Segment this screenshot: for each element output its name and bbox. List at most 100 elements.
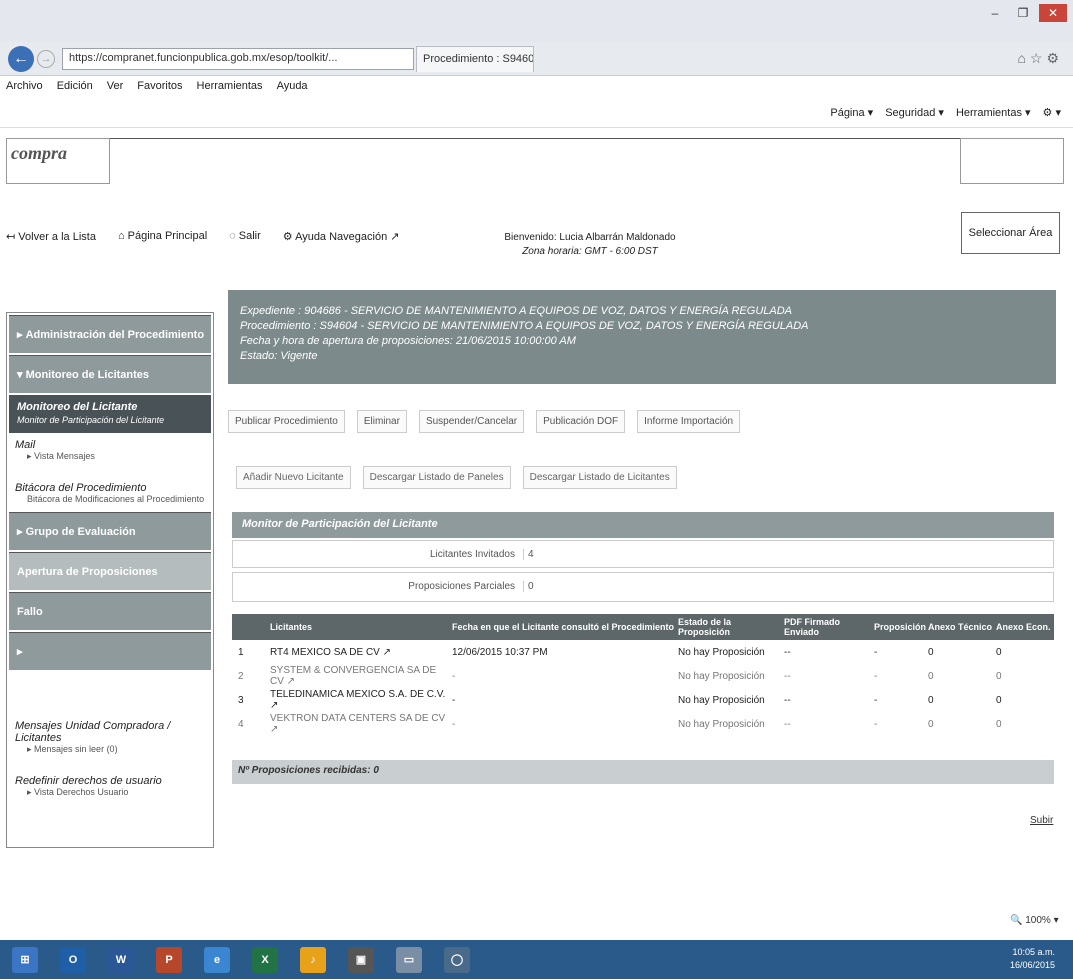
bidder-name: RT4 MEXICO SA DE CV [270,646,380,658]
sidebar-item-grupo[interactable]: ▸ Grupo de Evaluación [9,512,211,550]
pdf-sent: -- [784,718,791,730]
welcome-text: Bienvenido: Lucia Albarrán Maldonado [504,232,676,243]
proposal-status: No hay Proposición [678,718,765,730]
publish-button[interactable]: Publicar Procedimiento [228,410,345,433]
suspend-button[interactable]: Suspender/Cancelar [418,410,525,433]
anexo-tecnico: 0 [928,718,934,730]
sidebar-item-mensajes[interactable]: Mensajes Unidad Compradora / Licitantes … [7,714,213,755]
menu-edicion[interactable]: Edición [57,80,93,94]
restore-icon[interactable]: ❐ [1011,4,1035,22]
download-bidders-button[interactable]: Descargar Listado de Licitantes [522,466,677,489]
menu-favoritos[interactable]: Favoritos [137,80,182,94]
cmd-seguridad[interactable]: Seguridad ▾ [885,106,944,119]
main-page-link[interactable]: ⌂ Página Principal [118,230,207,243]
bidder-link[interactable]: RT4 MEXICO SA DE CV ↗ [270,647,452,658]
zoom-level[interactable]: 🔍 100% ▾ [1010,915,1059,926]
partial-label: Proposiciones Parciales [408,581,515,592]
bidder-link[interactable]: SYSTEM & CONVERGENCIA SA DE CV ↗ [270,665,452,687]
forward-icon[interactable]: → [37,50,55,68]
sidebar-monitoreo-sub-label: Monitor de Participación del Licitante [17,415,165,425]
monitor-header: Monitor de Participación del Licitante [232,512,1054,538]
browser-tab[interactable]: Procedimiento : S94604 - SE... [416,46,534,72]
close-icon[interactable]: ✕ [1039,4,1067,22]
sidebar-redefinir-label: Redefinir derechos de usuario [15,775,162,787]
folder-icon[interactable]: ▭ [396,946,422,973]
col-anexo-econ[interactable]: Anexo Econ. [996,622,1054,632]
sidebar-item-redefinir[interactable]: Redefinir derechos de usuario ▸ Vista De… [7,769,213,798]
sidebar-item-bitacora[interactable]: Bitácora del Procedimiento Bitácora de M… [7,476,213,504]
proposal: - [874,718,878,730]
anexo-econ: 0 [996,670,1002,682]
sidebar-redefinir-sub[interactable]: ▸ Vista Derechos Usuario [15,787,205,798]
word-icon[interactable]: W [108,946,134,973]
dof-button[interactable]: Publicación DOF [536,410,626,433]
menu-archivo[interactable]: Archivo [6,80,43,94]
header-divider [110,138,960,139]
sidebar-bitacora-sub[interactable]: Bitácora de Modificaciones al Procedimie… [15,494,205,504]
start-icon[interactable]: ⊞ [12,946,38,973]
sidebar-item-apertura[interactable]: Apertura de Proposiciones [9,552,211,590]
powerpoint-icon[interactable]: P [156,946,182,973]
sidebar-item-fallo[interactable]: Fallo [9,592,211,630]
menu-ayuda[interactable]: Ayuda [277,80,308,94]
sidebar-item-mail[interactable]: Mail ▸ Vista Mensajes [7,433,213,462]
sidebar-item-admin[interactable]: ▸ Administración del Procedimiento [9,315,211,353]
partial-row: Proposiciones Parciales 0 [232,572,1054,602]
logout-link[interactable]: ◌ Salir [229,230,261,243]
table-row: 1 RT4 MEXICO SA DE CV ↗ 12/06/2015 10:37… [232,640,1054,664]
download-panels-button[interactable]: Descargar Listado de Paneles [362,466,511,489]
excel-icon[interactable]: X [252,946,278,973]
window-controls: – ❐ ✕ [983,4,1067,22]
sidebar-mensajes-sub-label: Mensajes sin leer (0) [34,744,118,754]
home-star-gear-icons[interactable]: ⌂☆⚙ [1017,50,1063,67]
sidebar-monitoreo-lic-label: Monitoreo del Licitante [17,401,138,413]
address-bar[interactable]: https://compranet.funcionpublica.gob.mx/… [62,48,414,70]
col-pdf[interactable]: PDF Firmado Enviado [784,617,874,637]
media-icon[interactable]: ♪ [300,946,326,973]
delete-button[interactable]: Eliminar [356,410,407,433]
select-area-button[interactable]: Seleccionar Área [961,212,1060,254]
outlook-icon[interactable]: O [60,946,86,973]
clock[interactable]: 10:05 a.m. 16/06/2015 [1010,946,1055,972]
row-index: 2 [238,670,244,682]
menu-herramientas[interactable]: Herramientas [197,80,263,94]
ie-icon[interactable]: e [204,946,230,973]
scroll-top-link[interactable]: Subir [1030,815,1053,826]
col-estado[interactable]: Estado de la Proposición [678,617,784,637]
back-icon[interactable]: ← [8,46,34,72]
row-index: 1 [238,646,244,658]
back-to-list-link[interactable]: ↤ Volver a la Lista [6,230,96,243]
sidebar-bitacora-label: Bitácora del Procedimiento [15,482,147,494]
sidebar-redefinir-sub-label: Vista Derechos Usuario [34,787,129,797]
sidebar-item-monitoreo[interactable]: ▾ Monitoreo de Licitantes [9,355,211,393]
help-link[interactable]: ⚙ Ayuda Navegación ↗ [283,230,400,243]
app2-icon[interactable]: ◯ [444,946,470,973]
bidder-link[interactable]: VEKTRON DATA CENTERS SA DE CV ↗ [270,713,452,735]
col-anexo-tecnico[interactable]: Anexo Técnico [928,622,996,632]
command-bar: Página ▾ Seguridad ▾ Herramientas ▾ ⚙ ▾ [0,98,1073,128]
expediente-text: Expediente : 904686 - SERVICIO DE MANTEN… [240,305,793,317]
bidder-link[interactable]: TELEDINAMICA MEXICO S.A. DE C.V. ↗ [270,689,452,711]
anexo-tecnico: 0 [928,646,934,658]
sidebar-item-blank[interactable]: ▸ [9,632,211,670]
menu-ver[interactable]: Ver [107,80,124,94]
proposal-status: No hay Proposición [678,646,765,658]
bidder-name: SYSTEM & CONVERGENCIA SA DE CV [270,665,437,687]
add-bidder-button[interactable]: Añadir Nuevo Licitante [236,466,351,489]
col-licitantes[interactable]: Licitantes [270,622,452,632]
sidebar-mail-sub[interactable]: ▸ Vista Mensajes [15,451,205,462]
sidebar-mensajes-sub[interactable]: ▸ Mensajes sin leer (0) [15,744,205,755]
sidebar-item-monitoreo-licitante[interactable]: Monitoreo del Licitante Monitor de Parti… [9,395,211,433]
sidebar: ▸ Administración del Procedimiento ▾ Mon… [6,312,214,848]
cmd-herramientas[interactable]: Herramientas ▾ [956,106,1031,119]
zoom-value: 100% [1025,915,1051,926]
sidebar-admin-label: Administración del Procedimiento [25,328,205,341]
cmd-help[interactable]: ⚙ ▾ [1043,106,1061,119]
col-fecha[interactable]: Fecha en que el Licitante consultó el Pr… [452,622,678,632]
import-report-button[interactable]: Informe Importación [637,410,741,433]
minimize-icon[interactable]: – [983,4,1007,22]
app-icon[interactable]: ▣ [348,946,374,973]
cmd-pagina[interactable]: Página ▾ [830,106,873,119]
col-proposicion[interactable]: Proposición [874,622,928,632]
sidebar-fallo-label: Fallo [17,605,43,618]
